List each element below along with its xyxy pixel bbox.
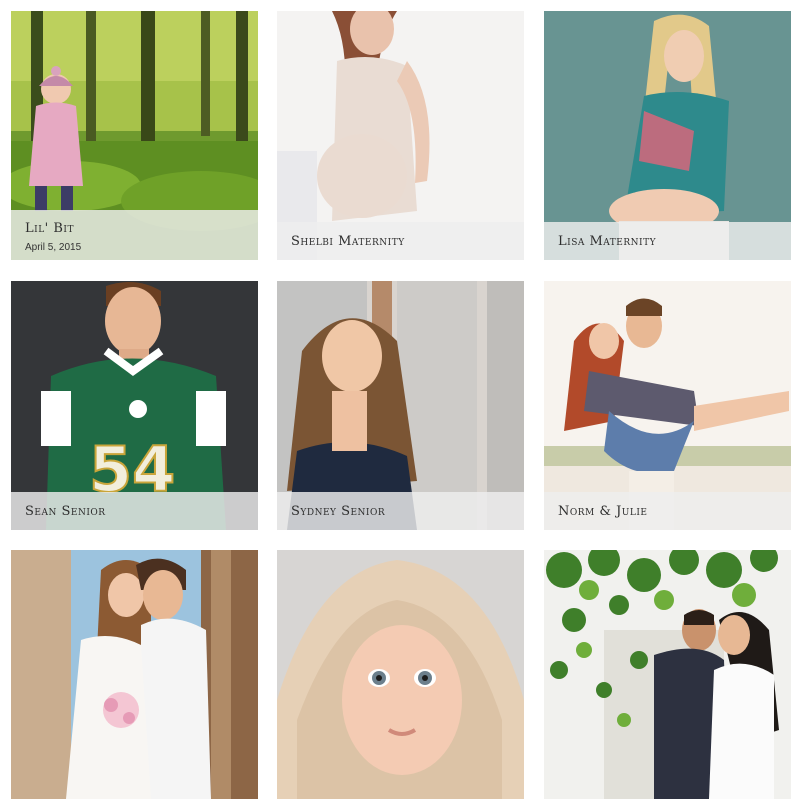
gallery-item-title[interactable]: Shelbi Maternity xyxy=(291,234,405,249)
gallery-item-wedding[interactable] xyxy=(11,550,258,799)
gallery-item-baby[interactable] xyxy=(277,550,524,799)
gallery-item-lisa-maternity[interactable]: Lisa Maternity xyxy=(544,11,791,260)
gallery-item-couple-leaves[interactable] xyxy=(544,550,791,799)
gallery-item-title[interactable]: Norm & Julie xyxy=(558,504,647,519)
caption-bar: Lisa Maternity xyxy=(544,222,791,260)
caption-bar: Norm & Julie xyxy=(544,492,791,530)
gallery-item-norm-julie[interactable]: Norm & Julie xyxy=(544,281,791,530)
gallery-item-lil-bit[interactable]: Lil' Bit April 5, 2015 xyxy=(11,11,258,260)
gallery-item-sean-senior[interactable]: 54 Sean Senior xyxy=(11,281,258,530)
photo-baby-towel xyxy=(277,550,524,799)
gallery-item-title[interactable]: Lisa Maternity xyxy=(558,234,656,249)
caption-bar: Lil' Bit April 5, 2015 xyxy=(11,210,258,260)
gallery-item-date: April 5, 2015 xyxy=(25,242,82,253)
photo-wedding-couple xyxy=(11,550,258,799)
gallery-item-sydney-senior[interactable]: Sydney Senior xyxy=(277,281,524,530)
caption-bar: Sean Senior xyxy=(11,492,258,530)
photo-couple-leaves xyxy=(544,550,791,799)
gallery-item-title[interactable]: Lil' Bit xyxy=(25,221,74,236)
caption-bar: Sydney Senior xyxy=(277,492,524,530)
gallery-item-title[interactable]: Sean Senior xyxy=(25,504,106,519)
gallery-item-shelbi-maternity[interactable]: Shelbi Maternity xyxy=(277,11,524,260)
caption-bar: Shelbi Maternity xyxy=(277,222,524,260)
gallery-item-title[interactable]: Sydney Senior xyxy=(291,504,385,519)
